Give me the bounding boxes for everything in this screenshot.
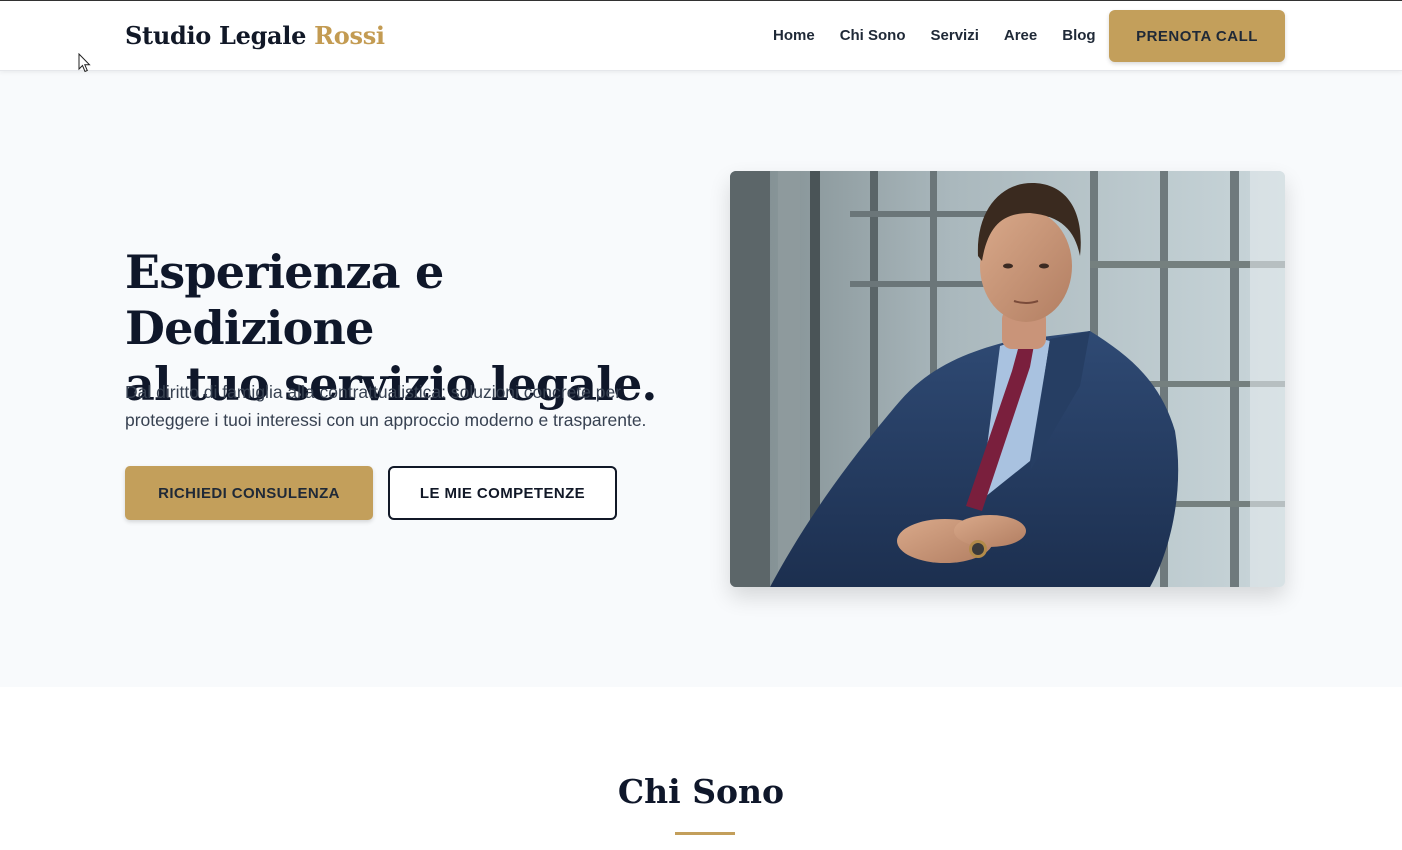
logo-name: Studio Legale <box>125 21 307 50</box>
richiedi-consulenza-button[interactable]: RICHIEDI CONSULENZA <box>125 466 373 520</box>
logo-accent: Rossi <box>314 21 385 50</box>
chi-sono-underline <box>675 832 735 835</box>
site-header: Studio Legale Rossi Home Chi Sono Serviz… <box>0 1 1402 71</box>
nav-link-chi-sono[interactable]: Chi Sono <box>840 27 906 44</box>
nav-link-home[interactable]: Home <box>773 27 815 44</box>
hero-subtitle: Dal diritto di famiglia alla contrattual… <box>125 378 685 434</box>
lawyer-portrait-image <box>730 171 1285 587</box>
nav-link-aree[interactable]: Aree <box>1004 27 1037 44</box>
prenota-call-button[interactable]: PRENOTA CALL <box>1109 10 1285 62</box>
hero-subtitle-line-1: Dal diritto di famiglia alla contrattual… <box>125 382 622 402</box>
mie-competenze-button[interactable]: LE MIE COMPETENZE <box>388 466 617 520</box>
main-nav: Home Chi Sono Servizi Aree Blog <box>773 27 1096 44</box>
nav-link-blog[interactable]: Blog <box>1062 27 1095 44</box>
nav-link-servizi[interactable]: Servizi <box>931 27 979 44</box>
mouse-pointer-icon <box>78 53 91 73</box>
hero-title-line-1: Esperienza e Dedizione <box>125 245 444 355</box>
site-logo[interactable]: Studio Legale Rossi <box>125 21 385 50</box>
chi-sono-heading: Chi Sono <box>617 772 785 811</box>
hero-subtitle-line-2: proteggere i tuoi interessi con un appro… <box>125 410 647 430</box>
